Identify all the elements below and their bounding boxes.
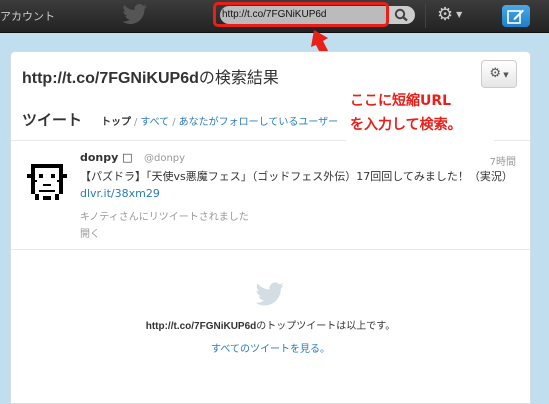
end-of-results-text: のトップツイートは以上です。 [256,321,396,332]
page-title-suffix: の検索結果 [198,70,279,87]
annotation-callout: ここに短縮URL を入力して検索。 [346,88,494,142]
search-highlight-outline [213,2,389,27]
tweet-body: 【パズドラ】「天使vs悪魔フェス」（ゴッドフェス外伝）17回回してみました！（実… [80,170,513,183]
search-button[interactable] [389,6,415,24]
chevron-down-icon: ▼ [501,71,509,79]
account-menu-label[interactable]: アカウント [0,8,55,24]
retweeted-by-note[interactable]: キノティさんにリツイートされました [80,208,249,223]
gear-icon: ⚙ [437,4,454,25]
filter-top[interactable]: トップ [101,117,131,128]
end-of-results-url: http://t.co/7FGNiKUP6d [145,321,257,332]
tweet-author-name[interactable]: donpy □ [80,151,133,164]
gear-icon: ⚙ [489,66,502,81]
end-of-results-message: http://t.co/7FGNiKUP6dのトップツイートは以上です。 [11,317,530,332]
tweet-text: 【パズドラ】「天使vs悪魔フェス」（ゴッドフェス外伝）17回回してみました！（実… [80,168,520,202]
tweet-author-handle[interactable]: @donpy [144,153,185,164]
search-icon [394,8,408,22]
filter-all[interactable]: すべて [140,117,169,128]
twitter-bird-icon[interactable] [122,4,148,24]
settings-menu-button[interactable]: ⚙ ▼ [437,6,462,24]
author-name-text[interactable]: donpy [80,151,118,164]
page-title: http://t.co/7FGNiKUP6dの検索結果 [22,64,279,88]
expand-tweet-link[interactable]: 開く [80,225,100,240]
tweet-filters: トップ / すべて / あなたがフォローしているユーザー [101,117,339,128]
author-badge: □ [122,151,133,164]
tweet-timestamp[interactable]: 7時間 [490,153,516,168]
tweet-link[interactable]: dlvr.it/38xm29 [80,187,160,200]
topbar-divider [425,4,426,28]
twitter-bird-icon [255,282,284,306]
page-title-url: http://t.co/7FGNiKUP6d [22,70,199,87]
annotation-line-1: ここに短縮URL [350,93,452,109]
chevron-down-icon: ▼ [456,10,463,19]
see-all-tweets-link[interactable]: すべてのツイートを見る。 [11,340,530,355]
search-options-button[interactable]: ⚙ ▼ [481,60,517,88]
filter-following[interactable]: あなたがフォローしているユーザー [179,117,339,128]
annotation-line-2: を入力して検索。 [350,117,462,133]
divider [11,249,530,250]
compose-icon [507,9,524,24]
tweets-heading: ツイート [22,111,83,129]
compose-tweet-button[interactable] [502,5,530,27]
avatar[interactable] [23,154,71,202]
